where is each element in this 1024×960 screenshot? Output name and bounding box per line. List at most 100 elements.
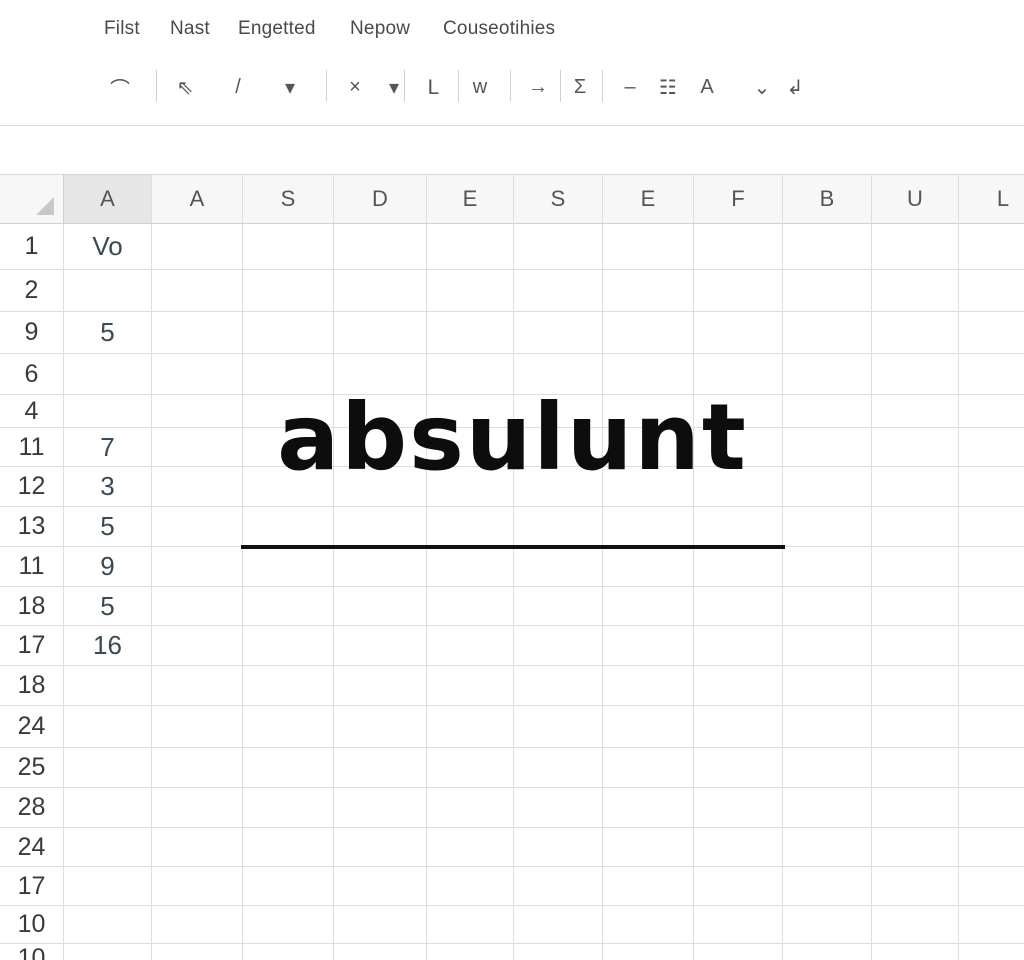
grid-cell[interactable] [152, 395, 243, 428]
grid-cell[interactable] [603, 270, 694, 312]
grid-cell[interactable] [64, 270, 152, 312]
grid-cell[interactable] [514, 224, 603, 270]
grid-cell[interactable] [64, 666, 152, 706]
grid-cell[interactable] [872, 270, 959, 312]
grid-cell[interactable] [603, 626, 694, 666]
grid-cell[interactable] [152, 547, 243, 587]
close-icon[interactable]: × [345, 74, 365, 100]
grid-cell[interactable] [959, 906, 1024, 944]
grid-cell[interactable] [603, 748, 694, 788]
grid-cell[interactable] [872, 507, 959, 547]
minus-icon[interactable]: – [620, 74, 640, 100]
row-header[interactable]: 1 [0, 224, 64, 270]
pencil-icon[interactable]: / [228, 74, 248, 100]
grid-cell[interactable] [243, 788, 334, 828]
grid-cell[interactable] [783, 906, 872, 944]
grid-cell[interactable] [694, 828, 783, 867]
grid-cell[interactable] [152, 507, 243, 547]
row-header[interactable]: 10 [0, 944, 64, 960]
grid-cell[interactable] [694, 666, 783, 706]
grid-cell[interactable] [783, 354, 872, 395]
grid-cell[interactable] [783, 467, 872, 507]
grid-cell[interactable] [334, 706, 427, 748]
grid-cell[interactable] [694, 587, 783, 626]
grid-cell[interactable] [872, 354, 959, 395]
grid-cell[interactable]: Vo [64, 224, 152, 270]
grid-cell[interactable] [152, 587, 243, 626]
grid-cell[interactable] [243, 666, 334, 706]
grid-cell[interactable] [243, 587, 334, 626]
row-header[interactable]: 10 [0, 906, 64, 944]
grid-cell[interactable] [334, 666, 427, 706]
grid-cell[interactable] [243, 944, 334, 960]
grid-cell[interactable] [959, 944, 1024, 960]
grid-cell[interactable] [427, 224, 514, 270]
grid-cell[interactable] [514, 507, 603, 547]
arrow-right-icon[interactable]: → [528, 74, 548, 100]
formula-area[interactable] [0, 126, 1024, 174]
grid-cell[interactable] [694, 312, 783, 354]
grid-cell[interactable] [427, 906, 514, 944]
grid-cell[interactable] [872, 626, 959, 666]
grid-cell[interactable] [243, 626, 334, 666]
grid-cell[interactable] [427, 748, 514, 788]
bracket-icon[interactable]: ᒪ [423, 74, 443, 100]
grid-cell[interactable] [243, 507, 334, 547]
grid-cell[interactable] [694, 748, 783, 788]
grid-cell[interactable] [64, 788, 152, 828]
grid-cell[interactable] [243, 270, 334, 312]
grid-cell[interactable] [694, 224, 783, 270]
grid-cell[interactable] [872, 706, 959, 748]
grid-cell[interactable] [872, 395, 959, 428]
grid-cell[interactable] [427, 547, 514, 587]
grid-cell[interactable] [783, 626, 872, 666]
grid-cell[interactable] [872, 944, 959, 960]
grid-cell[interactable] [334, 748, 427, 788]
grid-cell[interactable] [152, 626, 243, 666]
grid-cell[interactable] [334, 867, 427, 906]
grid-cell[interactable] [783, 428, 872, 467]
grid-cell[interactable] [959, 354, 1024, 395]
grid-cell[interactable] [783, 706, 872, 748]
grid-cell[interactable] [243, 706, 334, 748]
column-header[interactable]: U [872, 174, 959, 224]
grid-cell[interactable] [783, 270, 872, 312]
column-header[interactable]: S [243, 174, 334, 224]
grid-cell[interactable] [243, 906, 334, 944]
grid-cell[interactable] [334, 547, 427, 587]
grid-cell[interactable] [514, 944, 603, 960]
grid-cell[interactable] [243, 828, 334, 867]
grid-cell[interactable] [334, 312, 427, 354]
row-header[interactable]: 13 [0, 507, 64, 547]
grid-cell[interactable] [603, 666, 694, 706]
grid-cell[interactable] [872, 828, 959, 867]
row-header[interactable]: 12 [0, 467, 64, 507]
grid-cell[interactable] [783, 828, 872, 867]
grid-cell[interactable] [959, 587, 1024, 626]
grid-cell[interactable] [603, 906, 694, 944]
grid-cell[interactable] [872, 666, 959, 706]
grid-cell[interactable]: 16 [64, 626, 152, 666]
grid-cell[interactable] [959, 706, 1024, 748]
grid-cell[interactable] [427, 507, 514, 547]
grid-cell[interactable] [152, 788, 243, 828]
grid-cell[interactable] [783, 666, 872, 706]
menu-item-3[interactable]: Engetted [238, 18, 316, 40]
grid-cell[interactable]: 3 [64, 467, 152, 507]
grid-cell[interactable] [959, 748, 1024, 788]
align-icon[interactable]: ☷ [658, 74, 678, 100]
row-header[interactable]: 18 [0, 587, 64, 626]
grid-cell[interactable] [959, 395, 1024, 428]
grid-cell[interactable] [334, 828, 427, 867]
column-header[interactable]: E [603, 174, 694, 224]
grid-cell[interactable] [243, 867, 334, 906]
grid-cell[interactable] [334, 906, 427, 944]
row-header[interactable]: 2 [0, 270, 64, 312]
grid-cell[interactable] [64, 748, 152, 788]
grid-cell[interactable] [427, 270, 514, 312]
w-icon[interactable]: w [470, 74, 490, 100]
grid-cell[interactable] [783, 587, 872, 626]
grid-cell[interactable] [514, 312, 603, 354]
grid-cell[interactable] [64, 354, 152, 395]
menu-item-5[interactable]: Cousеotihies [443, 18, 555, 40]
